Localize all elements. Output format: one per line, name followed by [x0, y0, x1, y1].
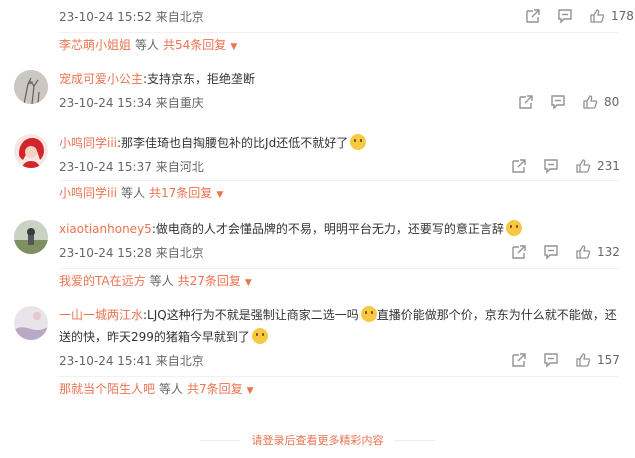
comment-time: 23-10-24 15:28	[59, 246, 152, 260]
comment-user-name[interactable]: 一山一城两江水	[59, 308, 143, 322]
reply-label: 等人	[135, 38, 160, 52]
comment-icon[interactable]	[543, 244, 559, 260]
reply-preview[interactable]: 我爱的TA在远方 等人 共27条回复 ▼	[59, 268, 619, 293]
comment-content: :那李佳琦也自掏腰包补的比Jd还低不就好了	[117, 136, 349, 150]
share-icon[interactable]	[511, 244, 527, 260]
comment-source: 来自重庆	[155, 96, 204, 110]
like-icon[interactable]	[575, 244, 591, 260]
comment-meta: 23-10-24 15:34 来自重庆	[59, 94, 204, 111]
login-to-view-more-link[interactable]: 请登录后查看更多精彩内容	[0, 432, 635, 450]
crying-emoji-icon	[505, 220, 522, 236]
comment-icon[interactable]	[543, 158, 559, 174]
comment-text: 小鸣同学iii:那李佳琦也自掏腰包补的比Jd还低不就好了	[59, 132, 625, 154]
comment-meta: 23-10-24 15:28 来自北京	[59, 244, 204, 261]
chevron-down-icon[interactable]: ▼	[247, 386, 254, 396]
reply-user-name[interactable]: 我爱的TA在远方	[59, 274, 146, 288]
comment-actions: 157	[511, 352, 635, 368]
comment-text: xiaotianhoney5:做电商的人才会懂品牌的不易，明明平台无力，还要写的…	[59, 218, 625, 240]
share-icon[interactable]	[518, 94, 534, 110]
comment-time: 23-10-24 15:41	[59, 354, 152, 368]
comment-actions: 231	[511, 158, 635, 174]
reply-preview[interactable]: 那就当个陌生人吧 等人 共7条回复 ▼	[59, 376, 619, 401]
laughing-emoji-icon	[360, 306, 377, 322]
comment-meta: 23-10-24 15:41 来自北京	[59, 352, 204, 369]
reply-total[interactable]: 共54条回复	[163, 38, 226, 52]
reply-total[interactable]: 共7条回复	[187, 382, 243, 396]
reply-preview[interactable]: 李芯萌小姐姐 等人 共54条回复 ▼	[59, 32, 619, 57]
comment-meta: 23-10-24 15:37 来自河北	[59, 158, 204, 175]
reply-total[interactable]: 共27条回复	[178, 274, 241, 288]
chevron-down-icon[interactable]: ▼	[230, 42, 237, 52]
reply-user-name[interactable]: 小鸣同学iii	[59, 186, 117, 200]
comment-actions: 80	[518, 94, 635, 110]
comment-content: :做电商的人才会懂品牌的不易，明明平台无力，还要写的意正言辞	[151, 222, 504, 236]
comment-icon[interactable]	[543, 352, 559, 368]
comment-time: 23-10-24 15:37	[59, 160, 152, 174]
comment-time: 23-10-24 15:34	[59, 96, 152, 110]
comment-source: 来自北京	[155, 354, 204, 368]
comment-user-name[interactable]: xiaotianhoney5	[59, 222, 152, 236]
reply-total[interactable]: 共17条回复	[149, 186, 212, 200]
avatar[interactable]	[14, 220, 48, 254]
comment-time: 23-10-24 15:52	[59, 10, 152, 24]
comment-text: 一山一城两江水:LJQ这种行为不就是强制让商家二选一吗 直播价能做那个价，京东为什…	[59, 304, 625, 348]
chevron-down-icon[interactable]: ▼	[245, 278, 252, 288]
comment-source: 来自河北	[155, 160, 204, 174]
like-count: 231	[597, 159, 620, 173]
avatar[interactable]	[14, 70, 48, 104]
comment-icon[interactable]	[557, 8, 573, 24]
comment-text: 宠成可爱小公主:支持京东，拒绝垄断	[59, 68, 625, 90]
comment-user-name[interactable]: 小鸣同学iii	[59, 136, 117, 150]
reply-label: 等人	[121, 186, 146, 200]
comment-actions: 178	[525, 8, 635, 24]
like-count: 157	[597, 353, 620, 367]
comment-content: :LJQ这种行为不就是强制让商家二选一吗	[143, 308, 359, 322]
avatar[interactable]	[14, 134, 48, 168]
smile-emoji-icon	[350, 134, 367, 150]
like-count: 80	[604, 95, 620, 109]
share-icon[interactable]	[525, 8, 541, 24]
comment-icon[interactable]	[550, 94, 566, 110]
login-more-footer: 请登录后查看更多精彩内容	[0, 432, 635, 450]
comment-user-name[interactable]: 宠成可爱小公主	[59, 72, 143, 86]
like-icon[interactable]	[589, 8, 605, 24]
reply-preview[interactable]: 小鸣同学iii 等人 共17条回复 ▼	[59, 180, 619, 205]
like-icon[interactable]	[582, 94, 598, 110]
comment-content: :支持京东，拒绝垄断	[143, 72, 256, 86]
comment-source: 来自北京	[155, 10, 204, 24]
cheering-emoji-icon	[251, 328, 268, 344]
comment-source: 来自北京	[155, 246, 204, 260]
chevron-down-icon[interactable]: ▼	[216, 190, 223, 200]
like-count: 178	[611, 9, 634, 23]
reply-user-name[interactable]: 那就当个陌生人吧	[59, 382, 155, 396]
like-count: 132	[597, 245, 620, 259]
share-icon[interactable]	[511, 158, 527, 174]
comment-meta: 23-10-24 15:52 来自北京	[59, 8, 204, 25]
reply-label: 等人	[159, 382, 184, 396]
avatar[interactable]	[14, 306, 48, 340]
share-icon[interactable]	[511, 352, 527, 368]
like-icon[interactable]	[575, 352, 591, 368]
reply-label: 等人	[149, 274, 174, 288]
comment-actions: 132	[511, 244, 635, 260]
like-icon[interactable]	[575, 158, 591, 174]
reply-user-name[interactable]: 李芯萌小姐姐	[59, 38, 131, 52]
